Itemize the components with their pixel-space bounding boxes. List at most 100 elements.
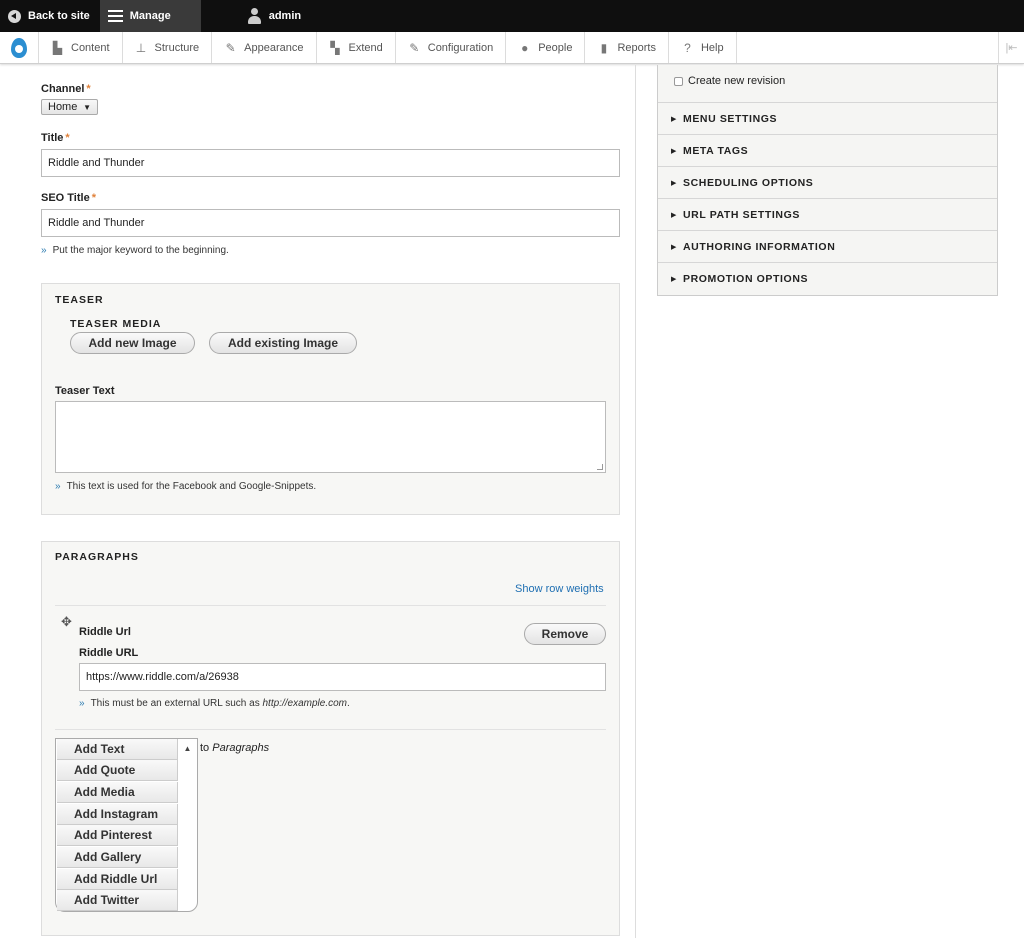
teaser-text-textarea[interactable] bbox=[55, 401, 606, 473]
remove-paragraph-button[interactable]: Remove bbox=[524, 623, 606, 645]
appearance-icon: ✎ bbox=[225, 40, 236, 55]
seo-title-input-value: Riddle and Thunder bbox=[48, 217, 145, 229]
tray-item-appearance[interactable]: ✎ Appearance bbox=[212, 32, 317, 63]
teaser-text-label: Teaser Text bbox=[55, 385, 115, 397]
raquo-icon: » bbox=[41, 245, 47, 256]
back-to-site-link[interactable]: Back to site bbox=[0, 0, 100, 32]
tray-item-help[interactable]: ? Help bbox=[669, 32, 737, 63]
seo-title-input[interactable]: Riddle and Thunder bbox=[41, 209, 620, 237]
divider bbox=[55, 605, 606, 606]
tray-item-extend[interactable]: ▚ Extend bbox=[317, 32, 396, 63]
scheduling-options-toggle[interactable]: ▶ SCHEDULING OPTIONS bbox=[658, 166, 997, 198]
tray-item-people[interactable]: ● People bbox=[506, 32, 586, 63]
add-instagram-button[interactable]: Add Instagram bbox=[57, 804, 178, 825]
tray-item-label: Extend bbox=[348, 41, 383, 54]
structure-icon: ⊥ bbox=[135, 40, 147, 55]
add-paragraph-dropbutton: Add Text ▲ Add Quote Add Media Add Insta… bbox=[55, 738, 198, 912]
show-row-weights-link[interactable]: Show row weights bbox=[515, 583, 604, 595]
people-icon: ● bbox=[521, 40, 529, 55]
add-existing-image-button[interactable]: Add existing Image bbox=[209, 332, 357, 354]
back-to-site-label: Back to site bbox=[28, 10, 90, 22]
menu-settings-toggle[interactable]: ▶ MENU SETTINGS bbox=[658, 102, 997, 134]
meta-tags-toggle[interactable]: ▶ META TAGS bbox=[658, 134, 997, 166]
triangle-right-icon: ▶ bbox=[671, 243, 677, 251]
admin-toolbar: Back to site Manage admin bbox=[0, 0, 1024, 32]
drag-handle-icon[interactable]: ✥ bbox=[61, 614, 72, 630]
tray-item-label: People bbox=[538, 41, 573, 54]
add-new-image-button[interactable]: Add new Image bbox=[70, 332, 195, 354]
triangle-right-icon: ▶ bbox=[671, 275, 677, 283]
create-revision-label: Create new revision bbox=[688, 75, 786, 87]
channel-label: Channel * bbox=[41, 83, 91, 95]
channel-selected-value: Home bbox=[48, 101, 78, 113]
reports-icon: ▮ bbox=[600, 40, 608, 55]
add-twitter-button[interactable]: Add Twitter bbox=[57, 890, 178, 911]
paragraph-type-label: Riddle Url bbox=[79, 626, 131, 638]
title-input-value: Riddle and Thunder bbox=[48, 157, 145, 169]
user-icon bbox=[247, 8, 261, 24]
tray-item-content[interactable]: ▙ Content bbox=[39, 32, 123, 63]
collapse-arrow-icon: |⇤ bbox=[1005, 42, 1018, 54]
required-marker: * bbox=[65, 132, 70, 144]
drupal-drop-icon bbox=[11, 37, 27, 58]
teaser-text-description: » This text is used for the Facebook and … bbox=[55, 481, 317, 492]
tray-item-label: Configuration bbox=[427, 41, 494, 54]
resize-grip-icon[interactable] bbox=[597, 464, 603, 470]
user-label: admin bbox=[268, 10, 302, 22]
tray-orientation-toggle[interactable]: |⇤ bbox=[998, 32, 1024, 63]
drupal-logo[interactable] bbox=[0, 32, 39, 63]
tray-item-label: Reports bbox=[617, 41, 656, 54]
manage-label: Manage bbox=[129, 10, 171, 22]
required-marker: * bbox=[91, 192, 96, 204]
node-edit-sidebar: Create new revision ▶ MENU SETTINGS ▶ META… bbox=[657, 65, 998, 296]
teaser-fieldset: TEASER TEASER MEDIA Add new Image Add ex… bbox=[41, 283, 620, 515]
tray-item-configuration[interactable]: ✎ Configuration bbox=[396, 32, 507, 63]
configuration-icon: ✎ bbox=[409, 40, 420, 55]
help-icon: ? bbox=[684, 40, 691, 55]
title-input[interactable]: Riddle and Thunder bbox=[41, 149, 620, 177]
create-revision-checkbox[interactable] bbox=[674, 76, 683, 86]
riddle-url-description: » This must be an external URL such as ht… bbox=[79, 698, 350, 709]
tray-item-label: Structure bbox=[154, 41, 200, 54]
user-tab[interactable]: admin bbox=[239, 0, 311, 32]
riddle-url-input[interactable]: https://www.riddle.com/a/26938 bbox=[79, 663, 606, 691]
admin-tray: ▙ Content ⊥ Structure ✎ Appearance ▚ Extend … bbox=[0, 32, 1024, 64]
promotion-options-toggle[interactable]: ▶ PROMOTION OPTIONS bbox=[658, 262, 997, 294]
back-arrow-icon bbox=[8, 9, 21, 23]
url-path-settings-toggle[interactable]: ▶ URL PATH SETTINGS bbox=[658, 198, 997, 230]
teaser-media-label: TEASER MEDIA bbox=[70, 318, 162, 330]
riddle-url-value: https://www.riddle.com/a/26938 bbox=[86, 671, 239, 683]
riddle-url-label: Riddle URL bbox=[79, 647, 139, 659]
required-marker: * bbox=[86, 83, 91, 95]
channel-select[interactable]: Home ▼ bbox=[41, 99, 98, 115]
raquo-icon: » bbox=[79, 698, 85, 709]
dropbutton-toggle[interactable]: ▲ bbox=[178, 739, 197, 757]
tray-item-structure[interactable]: ⊥ Structure bbox=[123, 32, 213, 63]
raquo-icon: » bbox=[55, 481, 61, 492]
add-media-button[interactable]: Add Media bbox=[57, 782, 178, 803]
divider bbox=[55, 729, 606, 730]
add-pinterest-button[interactable]: Add Pinterest bbox=[57, 825, 178, 846]
chevron-up-icon: ▲ bbox=[183, 743, 192, 753]
authoring-information-toggle[interactable]: ▶ AUTHORING INFORMATION bbox=[658, 230, 997, 262]
add-text-button[interactable]: Add Text bbox=[57, 739, 178, 760]
manage-tab[interactable]: Manage bbox=[99, 0, 201, 32]
add-gallery-button[interactable]: Add Gallery bbox=[57, 847, 178, 868]
content-icon: ▙ bbox=[52, 40, 63, 55]
tray-item-label: Content bbox=[71, 41, 110, 54]
extend-icon: ▚ bbox=[330, 40, 340, 55]
triangle-right-icon: ▶ bbox=[671, 211, 677, 219]
add-riddle-url-button[interactable]: Add Riddle Url bbox=[57, 869, 178, 890]
triangle-right-icon: ▶ bbox=[671, 147, 677, 155]
title-label: Title * bbox=[41, 132, 70, 144]
chevron-down-icon: ▼ bbox=[83, 102, 91, 112]
teaser-legend: TEASER bbox=[55, 294, 104, 306]
tray-item-reports[interactable]: ▮ Reports bbox=[585, 32, 669, 63]
seo-title-label: SEO Title * bbox=[41, 192, 96, 204]
paragraphs-legend: PARAGRAPHS bbox=[55, 551, 139, 563]
add-quote-button[interactable]: Add Quote bbox=[57, 760, 178, 781]
tray-item-label: Help bbox=[700, 41, 724, 54]
hamburger-icon bbox=[107, 10, 123, 22]
create-revision-option[interactable]: Create new revision bbox=[674, 75, 785, 87]
seo-title-description: » Put the major keyword to the beginning. bbox=[41, 245, 229, 256]
